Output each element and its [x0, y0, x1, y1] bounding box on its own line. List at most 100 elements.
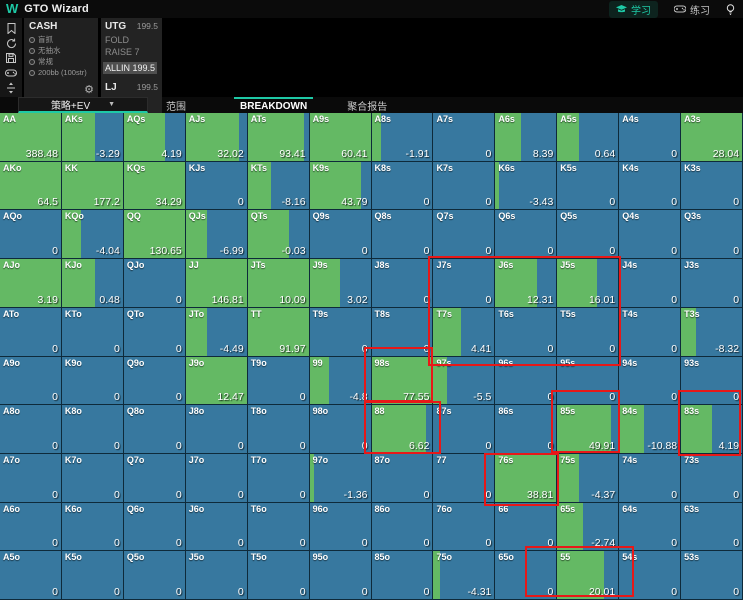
hand-cell-95s[interactable]: 95s0 — [557, 357, 619, 406]
hand-cell-96o[interactable]: 96o0 — [310, 503, 372, 552]
hand-cell-AKs[interactable]: AKs-3.29 — [62, 113, 124, 162]
hand-cell-J8o[interactable]: J8o0 — [186, 405, 248, 454]
hand-cell-K9o[interactable]: K9o0 — [62, 357, 124, 406]
hand-cell-TT[interactable]: TT91.97 — [248, 308, 310, 357]
hand-cell-86s[interactable]: 86s0 — [495, 405, 557, 454]
hand-cell-KQs[interactable]: KQs34.29 — [124, 162, 186, 211]
hand-cell-87s[interactable]: 87s0 — [433, 405, 495, 454]
hand-cell-97o[interactable]: 97o-1.36 — [310, 454, 372, 503]
hand-cell-Q5s[interactable]: Q5s0 — [557, 210, 619, 259]
hand-cell-T5s[interactable]: T5s0 — [557, 308, 619, 357]
hand-cell-QTo[interactable]: QTo0 — [124, 308, 186, 357]
save-icon[interactable] — [5, 52, 18, 64]
hand-cell-Q6s[interactable]: Q6s0 — [495, 210, 557, 259]
hand-cell-J9s[interactable]: J9s3.02 — [310, 259, 372, 308]
hand-cell-J9o[interactable]: J9o12.47 — [186, 357, 248, 406]
hand-cell-65o[interactable]: 65o0 — [495, 551, 557, 600]
hand-cell-K8o[interactable]: K8o0 — [62, 405, 124, 454]
hand-cell-76s[interactable]: 76s38.81 — [495, 454, 557, 503]
hand-cell-T7s[interactable]: T7s4.41 — [433, 308, 495, 357]
hand-cell-54s[interactable]: 54s0 — [619, 551, 681, 600]
hand-cell-J5s[interactable]: J5s16.01 — [557, 259, 619, 308]
hand-cell-KK[interactable]: KK177.2 — [62, 162, 124, 211]
hand-cell-97s[interactable]: 97s-5.5 — [433, 357, 495, 406]
hand-cell-A5s[interactable]: A5s0.64 — [557, 113, 619, 162]
hand-cell-T6o[interactable]: T6o0 — [248, 503, 310, 552]
action-fold[interactable]: FOLD — [105, 34, 158, 46]
hand-cell-65s[interactable]: 65s-2.74 — [557, 503, 619, 552]
hand-cell-96s[interactable]: 96s0 — [495, 357, 557, 406]
hand-cell-QQ[interactable]: QQ130.65 — [124, 210, 186, 259]
hand-cell-AJs[interactable]: AJs32.02 — [186, 113, 248, 162]
hand-cell-KJo[interactable]: KJo0.48 — [62, 259, 124, 308]
hand-cell-QTs[interactable]: QTs-0.03 — [248, 210, 310, 259]
hand-cell-77[interactable]: 770 — [433, 454, 495, 503]
game-settings-panel[interactable]: CASH 盲抓无抽水常规200bb (100str) ⚙ — [24, 18, 98, 97]
hand-cell-A8s[interactable]: A8s-1.91 — [372, 113, 434, 162]
hand-cell-84s[interactable]: 84s-10.88 — [619, 405, 681, 454]
hand-cell-53s[interactable]: 53s0 — [681, 551, 743, 600]
hand-cell-T9o[interactable]: T9o0 — [248, 357, 310, 406]
hand-cell-K8s[interactable]: K8s0 — [372, 162, 434, 211]
hand-cell-T8s[interactable]: T8s0 — [372, 308, 434, 357]
hand-cell-Q8s[interactable]: Q8s0 — [372, 210, 434, 259]
hand-cell-87o[interactable]: 87o0 — [372, 454, 434, 503]
hand-cell-98o[interactable]: 98o0 — [310, 405, 372, 454]
hand-cell-K7o[interactable]: K7o0 — [62, 454, 124, 503]
hand-cell-T3s[interactable]: T3s-8.32 — [681, 308, 743, 357]
action-raise-7[interactable]: RAISE 7 — [105, 46, 158, 58]
hand-cell-J8s[interactable]: J8s0 — [372, 259, 434, 308]
hand-cell-66[interactable]: 660 — [495, 503, 557, 552]
hand-cell-ATs[interactable]: ATs93.41 — [248, 113, 310, 162]
tab-breakdown[interactable]: BREAKDOWN — [234, 97, 313, 113]
hand-cell-75o[interactable]: 75o-4.31 — [433, 551, 495, 600]
gear-icon[interactable]: ⚙ — [84, 83, 94, 96]
hand-cell-83s[interactable]: 83s4.19 — [681, 405, 743, 454]
hand-cell-KTo[interactable]: KTo0 — [62, 308, 124, 357]
hand-cell-T6s[interactable]: T6s0 — [495, 308, 557, 357]
hand-cell-KTs[interactable]: KTs-8.16 — [248, 162, 310, 211]
hand-cell-86o[interactable]: 86o0 — [372, 503, 434, 552]
hand-cell-K3s[interactable]: K3s0 — [681, 162, 743, 211]
action-allin-199-5[interactable]: ALLIN 199.5 — [103, 62, 157, 74]
hand-cell-QJo[interactable]: QJo0 — [124, 259, 186, 308]
tab-range[interactable]: 范围 — [160, 97, 192, 113]
hand-cell-AQs[interactable]: AQs4.19 — [124, 113, 186, 162]
hand-cell-KQo[interactable]: KQo-4.04 — [62, 210, 124, 259]
hand-cell-73s[interactable]: 73s0 — [681, 454, 743, 503]
hand-cell-88[interactable]: 886.62 — [372, 405, 434, 454]
hand-cell-A8o[interactable]: A8o0 — [0, 405, 62, 454]
hand-cell-98s[interactable]: 98s77.55 — [372, 357, 434, 406]
hand-cell-Q7o[interactable]: Q7o0 — [124, 454, 186, 503]
hand-cell-99[interactable]: 99-4.8 — [310, 357, 372, 406]
hand-cell-J3s[interactable]: J3s0 — [681, 259, 743, 308]
study-button[interactable]: 学习 — [609, 1, 658, 18]
hand-cell-Q5o[interactable]: Q5o0 — [124, 551, 186, 600]
hand-cell-A5o[interactable]: A5o0 — [0, 551, 62, 600]
hand-cell-Q4s[interactable]: Q4s0 — [619, 210, 681, 259]
hand-cell-75s[interactable]: 75s-4.37 — [557, 454, 619, 503]
hand-cell-85s[interactable]: 85s49.91 — [557, 405, 619, 454]
hand-cell-74s[interactable]: 74s0 — [619, 454, 681, 503]
hand-cell-95o[interactable]: 95o0 — [310, 551, 372, 600]
hand-cell-A7o[interactable]: A7o0 — [0, 454, 62, 503]
hand-cell-55[interactable]: 5520.01 — [557, 551, 619, 600]
hand-cell-JJ[interactable]: JJ146.81 — [186, 259, 248, 308]
position-box-utg[interactable]: UTG199.5FOLDRAISE 7ALLIN 199.5 — [101, 18, 162, 79]
hand-cell-T4s[interactable]: T4s0 — [619, 308, 681, 357]
hand-cell-A9o[interactable]: A9o0 — [0, 357, 62, 406]
hand-cell-J4s[interactable]: J4s0 — [619, 259, 681, 308]
hand-cell-K5o[interactable]: K5o0 — [62, 551, 124, 600]
hand-cell-A9s[interactable]: A9s60.41 — [310, 113, 372, 162]
hand-cell-K6o[interactable]: K6o0 — [62, 503, 124, 552]
hand-cell-A3s[interactable]: A3s28.04 — [681, 113, 743, 162]
tab-aggregate-report[interactable]: 聚合报告 — [341, 97, 393, 113]
hand-cell-A6o[interactable]: A6o0 — [0, 503, 62, 552]
split-arrows-icon[interactable] — [5, 82, 18, 94]
hand-cell-63s[interactable]: 63s0 — [681, 503, 743, 552]
hand-cell-T5o[interactable]: T5o0 — [248, 551, 310, 600]
hand-cell-Q3s[interactable]: Q3s0 — [681, 210, 743, 259]
hand-cell-J5o[interactable]: J5o0 — [186, 551, 248, 600]
hand-cell-AQo[interactable]: AQo0 — [0, 210, 62, 259]
hand-cell-Q9o[interactable]: Q9o0 — [124, 357, 186, 406]
